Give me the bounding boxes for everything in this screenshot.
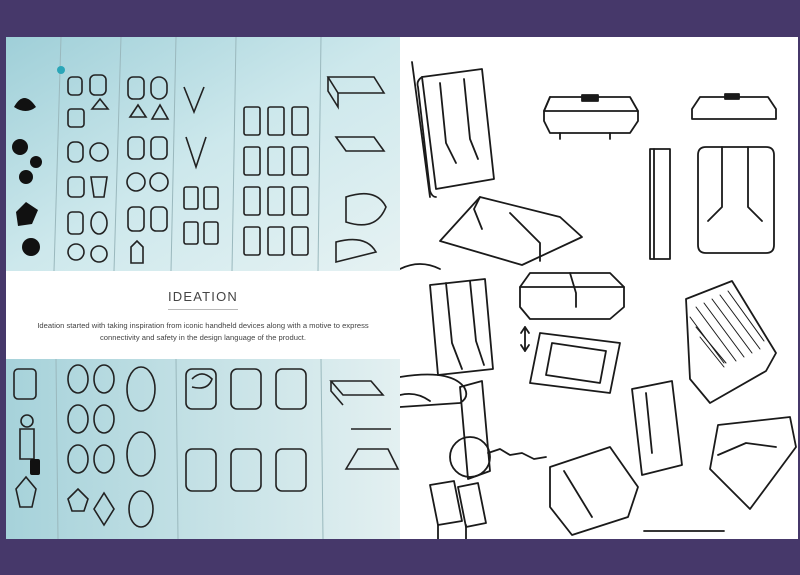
ideation-photo-panel: IDEATION Ideation started with taking in…	[6, 37, 400, 539]
sketch-wall-photo-top	[6, 37, 400, 271]
concept-sketches	[400, 37, 798, 539]
sketch-wall-photo-bottom	[6, 359, 400, 539]
section-title: IDEATION	[167, 289, 239, 304]
title-divider	[168, 309, 238, 310]
caption-box: IDEATION Ideation started with taking in…	[6, 271, 400, 359]
portfolio-spread: IDEATION Ideation started with taking in…	[6, 37, 798, 539]
section-description: Ideation started with taking inspiration…	[37, 321, 369, 342]
